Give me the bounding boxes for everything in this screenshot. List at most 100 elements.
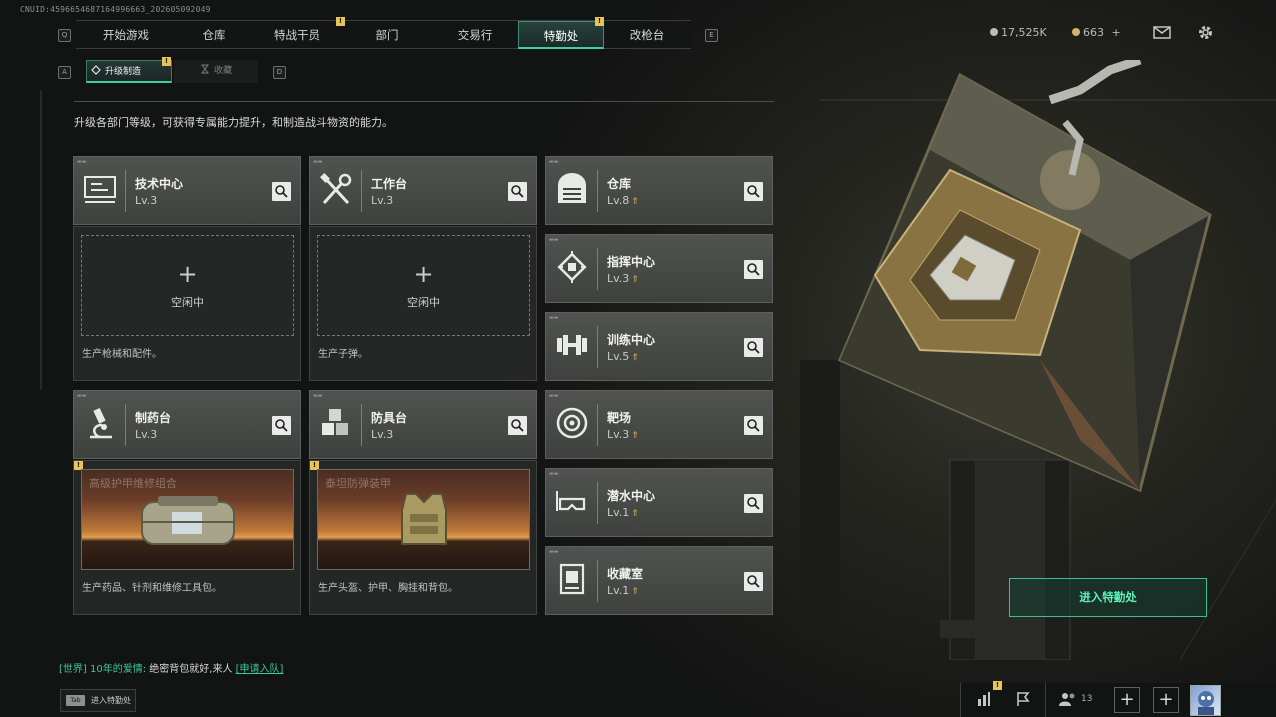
enter-special-ops-button[interactable]: 进入特勤处 <box>1009 578 1207 617</box>
card-tick-mark: ▬▬ <box>549 549 559 555</box>
chat-message: 绝密背包就好,来人 <box>149 664 233 675</box>
department-card-shooting-range[interactable]: ▬▬ 靶场 Lv.3 ⇑ <box>545 390 773 459</box>
body-armor-image <box>401 493 447 545</box>
subtab-collection[interactable]: 收藏 <box>174 60 258 83</box>
production-slot-armor-bench[interactable]: 泰坦防弹装甲 ! 生产头盔、护甲、胸挂和背包。 <box>309 460 537 615</box>
department-card-training-center[interactable]: ▬▬ 训练中心 Lv.5 ⇑ <box>545 312 773 381</box>
department-card-diving-center[interactable]: ▬▬ 潜水中心 Lv.1 ⇑ <box>545 468 773 537</box>
department-card-warehouse[interactable]: ▬▬ 仓库 Lv.8 ⇑ <box>545 156 773 225</box>
add-icon[interactable]: + <box>318 260 529 288</box>
add-teammate-button-1[interactable]: + <box>1114 687 1140 713</box>
production-slot-workbench[interactable]: + 空闲中 生产子弹。 <box>309 226 537 381</box>
workshop-name: 技术中心 <box>135 177 184 191</box>
stats-chart-icon[interactable] <box>977 691 991 707</box>
flag-icon[interactable] <box>1016 691 1030 707</box>
workshop-name: 工作台 <box>371 177 408 191</box>
search-icon[interactable] <box>508 416 527 435</box>
collection-icon <box>559 563 585 595</box>
nav-next-key-hint[interactable]: E <box>705 29 718 42</box>
top-nav: 开始游戏 仓库 特战干员 ! 部门 交易行 特勤处 ! 改枪台 <box>76 17 691 49</box>
add-teammate-button-2[interactable]: + <box>1153 687 1179 713</box>
empty-slot-frame[interactable]: + 空闲中 <box>317 235 530 336</box>
tab-departments[interactable]: 部门 <box>342 21 432 49</box>
card-divider <box>597 170 598 212</box>
add-icon[interactable]: + <box>82 260 293 288</box>
header-divider <box>74 101 774 102</box>
workshop-card-pharmacy[interactable]: ▬▬ 制药台 Lv.3 <box>73 390 301 459</box>
world-chat-line[interactable]: [世界] 10年的爱情: 绝密背包就好,来人 [申请入队] <box>59 660 283 675</box>
slot-idle-label: 空闲中 <box>171 296 204 309</box>
mail-icon[interactable] <box>1153 26 1171 39</box>
department-card-command-center[interactable]: ▬▬ 指挥中心 Lv.3 ⇑ <box>545 234 773 303</box>
search-icon[interactable] <box>744 494 763 513</box>
crafting-item-name: 泰坦防弹装甲 <box>325 477 391 490</box>
search-icon[interactable] <box>744 572 763 591</box>
department-name: 仓库 <box>607 177 632 191</box>
subnav-prev-key-hint[interactable]: A <box>58 66 71 79</box>
workshop-name: 防具台 <box>371 411 408 425</box>
upgrade-arrow-icon: ⇑ <box>631 509 639 519</box>
card-tick-mark: ▬▬ <box>313 159 323 165</box>
production-slot-tech-center[interactable]: + 空闲中 生产枪械和配件。 <box>73 226 301 381</box>
search-icon[interactable] <box>744 260 763 279</box>
gear-icon[interactable] <box>1197 24 1214 41</box>
workshop-level: Lv.3 <box>371 194 394 207</box>
search-icon[interactable] <box>508 182 527 201</box>
tab-operators[interactable]: 特战干员 <box>252 21 342 49</box>
search-icon[interactable] <box>744 338 763 357</box>
armor-repair-kit-image <box>141 496 235 545</box>
tab-start-game[interactable]: 开始游戏 <box>76 21 176 49</box>
tab-gunsmith[interactable]: 改枪台 <box>604 21 690 49</box>
coupon-coin-icon <box>1072 28 1080 36</box>
card-divider <box>597 560 598 602</box>
workshop-card-armor-bench[interactable]: ▬▬ 防具台 Lv.3 <box>309 390 537 459</box>
currency-display: 17,525K <box>990 26 1047 39</box>
workshop-card-tech-center[interactable]: ▬▬ 技术中心 Lv.3 <box>73 156 301 225</box>
workshop-level: Lv.3 <box>135 194 158 207</box>
currency-coin-icon <box>990 28 998 36</box>
slot-idle-label: 空闲中 <box>407 296 440 309</box>
friends-count: 13 <box>1081 694 1093 704</box>
chat-user[interactable]: 10年的爱情: <box>90 664 146 675</box>
card-divider <box>597 482 598 524</box>
production-description: 生产头盔、护甲、胸挂和背包。 <box>318 583 458 594</box>
subtab-upgrade-craft[interactable]: 升级制造 <box>86 60 172 83</box>
tab-warehouse[interactable]: 仓库 <box>176 21 252 49</box>
coupon-add-button[interactable]: + <box>1112 26 1121 39</box>
search-icon[interactable] <box>272 182 291 201</box>
card-divider <box>125 170 126 212</box>
production-slot-pharmacy[interactable]: 高级护甲维修组合 ! 生产药品、针剂和维修工具包。 <box>73 460 301 615</box>
department-name: 靶场 <box>607 411 632 425</box>
department-level: Lv.3 ⇑ <box>607 272 639 285</box>
friends-icon[interactable] <box>1059 692 1077 706</box>
department-name: 收藏室 <box>607 567 644 581</box>
tab-trading[interactable]: 交易行 <box>432 21 518 49</box>
avatar[interactable] <box>1190 685 1221 716</box>
tab-enter-special-ops[interactable]: Tab 进入特勤处 <box>60 689 136 712</box>
search-icon[interactable] <box>744 416 763 435</box>
crafting-item-name: 高级护甲维修组合 <box>89 477 177 490</box>
join-team-link[interactable]: [申请入队] <box>236 664 284 675</box>
department-level: Lv.1 ⇑ <box>607 584 639 597</box>
stats-badge: ! <box>993 681 1002 690</box>
empty-slot-frame[interactable]: + 空闲中 <box>81 235 294 336</box>
avatar-character-icon <box>1198 691 1214 715</box>
nav-prev-key-hint[interactable]: Q <box>58 29 71 42</box>
diving-mask-icon <box>556 491 586 511</box>
workshop-level: Lv.3 <box>135 428 158 441</box>
card-tick-mark: ▬▬ <box>77 393 87 399</box>
subtab-upgrade-badge: ! <box>162 57 171 66</box>
tab-special-ops-badge: ! <box>595 17 604 26</box>
tab-special-ops[interactable]: 特勤处 <box>518 21 604 49</box>
crafting-item-card[interactable]: 高级护甲维修组合 <box>81 469 294 570</box>
department-name: 指挥中心 <box>607 255 656 269</box>
card-tick-mark: ▬▬ <box>549 315 559 321</box>
workshop-card-workbench[interactable]: ▬▬ 工作台 Lv.3 <box>309 156 537 225</box>
circuit-board-icon <box>84 176 116 203</box>
search-icon[interactable] <box>272 416 291 435</box>
card-divider <box>361 170 362 212</box>
department-card-collection-room[interactable]: ▬▬ 收藏室 Lv.1 ⇑ <box>545 546 773 615</box>
subnav-next-key-hint[interactable]: D <box>273 66 286 79</box>
search-icon[interactable] <box>744 182 763 201</box>
crafting-item-card[interactable]: 泰坦防弹装甲 <box>317 469 530 570</box>
